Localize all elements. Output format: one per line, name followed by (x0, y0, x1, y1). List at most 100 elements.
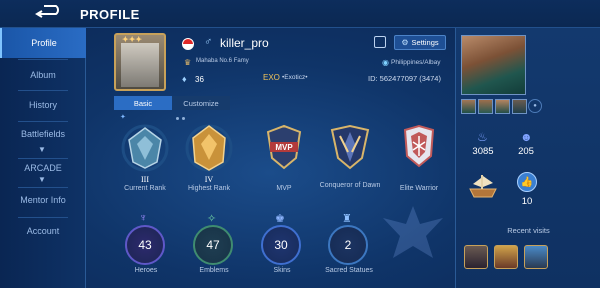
back-button[interactable] (34, 4, 68, 24)
header-bar: PROFILE (0, 0, 600, 28)
eagle-watermark-icon (383, 206, 443, 258)
stat-sacred-statues[interactable]: ♜ 2 Sacred Statues (320, 212, 378, 282)
mvp-icon: MVP (266, 124, 302, 170)
sidebar-item-label: ARCADE (24, 163, 62, 173)
gear-icon: ⚙ (401, 38, 409, 47)
like-button[interactable]: 👍 (517, 172, 537, 192)
country-flag-icon (182, 38, 194, 50)
copy-icon[interactable] (374, 36, 386, 48)
sidebar-item-battlefields[interactable]: Battlefields ▼ (0, 120, 86, 156)
photo-thumbnail[interactable] (478, 99, 493, 114)
chevron-down-icon: ▼ (38, 145, 46, 154)
right-panel: ● ♨ 3085 ☻ 205 👍 10 Recent visits (455, 28, 600, 288)
sidebar-item-arcade[interactable]: ARCADE ▼ (0, 156, 86, 186)
skins-icon: ♚ (275, 213, 285, 225)
squad-name[interactable]: •Exoticz• (282, 74, 308, 81)
pager-dot (182, 117, 185, 120)
achievement-mvp[interactable]: MVP MVP (253, 122, 315, 200)
sidebar-item-mentor-info[interactable]: Mentor Info (0, 185, 86, 215)
achievement-conqueror-of-dawn[interactable]: Conqueror of Dawn (319, 122, 381, 200)
achievement-elite-warrior[interactable]: Elite Warrior (388, 122, 450, 200)
player-id: ID: 562477097 (3474) (368, 74, 441, 83)
sidebar-item-account[interactable]: Account (0, 216, 86, 246)
sidebar-item-album[interactable]: Album (0, 60, 86, 90)
sidebar-item-label: Mentor Info (20, 195, 66, 205)
stat-label: Sacred Statues (325, 267, 373, 274)
photo-thumbnail[interactable] (495, 99, 510, 114)
photo-more-button[interactable]: ● (528, 99, 542, 113)
sidebar-item-label: History (28, 100, 57, 110)
recent-visitor-avatar[interactable] (524, 245, 548, 269)
sidebar-item-label: Album (30, 70, 56, 80)
ship-icon[interactable] (466, 171, 500, 201)
profile-photo[interactable] (461, 35, 526, 95)
emblems-count: 47 (193, 225, 233, 265)
avatar[interactable]: ✦✦✦ (114, 33, 166, 91)
conqueror-icon (330, 124, 370, 170)
legend-rank-icon (185, 124, 233, 172)
stat-label: Skins (273, 267, 291, 274)
likes-value: 10 (521, 196, 533, 207)
sacred-statue-icon: ♜ (342, 213, 352, 225)
photo-thumbnail[interactable] (512, 99, 527, 114)
skins-count: 30 (261, 225, 301, 265)
profile-summary: ✦✦✦ ♂ killer_pro ♛ Mahaba No.6 Famy ♦ 36… (96, 30, 452, 92)
sidebar-item-label: Account (26, 226, 60, 236)
sidebar: Profile Album History Battlefields ▼ ARC… (0, 28, 86, 288)
tab-basic[interactable]: Basic (114, 96, 172, 110)
elite-warrior-icon (403, 124, 435, 168)
rank-tier: IV (204, 175, 214, 184)
location-pin-icon: ◉ (382, 58, 389, 67)
sidebar-item-history[interactable]: History (0, 90, 86, 120)
followers-icon: ☻ (520, 130, 533, 144)
tab-customize[interactable]: Customize (172, 96, 230, 110)
player-level: 36 (195, 75, 204, 84)
sidebar-item-label: Battlefields (20, 129, 66, 139)
profile-tabs: Basic Customize (114, 96, 230, 110)
settings-button[interactable]: ⚙ Settings (394, 35, 446, 50)
sacred-statues-count: 2 (328, 225, 368, 265)
settings-label: Settings (411, 38, 439, 47)
photo-thumbnail[interactable] (461, 99, 476, 114)
title-badge-icon: ♛ (184, 58, 192, 67)
back-arrow-icon (35, 5, 59, 18)
location-text: Philippines/Albay (391, 59, 441, 66)
recent-visits-label: Recent visits (507, 226, 550, 235)
stat-label: Heroes (134, 267, 158, 274)
avatar-frame-crest-icon: ✦✦✦ (122, 35, 143, 44)
popularity-value: 3085 (472, 146, 494, 157)
recent-visitor-avatar[interactable] (494, 245, 518, 269)
achievement-label: Highest Rank (187, 185, 231, 192)
stat-heroes[interactable]: ♆ 43 Heroes (117, 212, 175, 282)
stat-emblems[interactable]: ✧ 47 Emblems (185, 212, 243, 282)
chevron-down-icon: ▼ (38, 175, 46, 184)
page-title: PROFILE (80, 7, 140, 22)
achievement-highest-rank[interactable]: IV Highest Rank (178, 122, 240, 200)
followers-value: 205 (518, 146, 534, 157)
player-name: killer_pro (220, 36, 269, 50)
heroes-icon: ♆ (139, 212, 148, 224)
avatar-image (121, 43, 159, 87)
recent-visitor-avatar[interactable] (464, 245, 488, 269)
squad-tag: EXO (263, 73, 280, 82)
title-badge-text: Mahaba No.6 Famy (196, 58, 249, 64)
heroes-count: 43 (125, 225, 165, 265)
popularity-flame-icon: ♨ (477, 130, 488, 144)
pager-dot (176, 117, 179, 120)
sidebar-item-label: Profile (31, 38, 57, 48)
stat-skins[interactable]: ♚ 30 Skins (253, 212, 311, 282)
emblems-icon: ✧ (207, 213, 217, 225)
achievement-label: Current Rank (124, 185, 166, 192)
level-icon: ♦ (182, 74, 187, 84)
rank-tier: III (141, 175, 149, 184)
pager-icon: ✦ (120, 114, 126, 121)
stat-label: Emblems (199, 267, 229, 274)
achievement-label: MVP (276, 185, 292, 192)
profile-screen: PROFILE Profile Album History Battlefiel… (0, 0, 600, 288)
achievement-label: Elite Warrior (399, 185, 439, 192)
achievement-label: Conqueror of Dawn (319, 182, 381, 189)
gender-male-icon: ♂ (204, 36, 213, 48)
thumbs-up-icon: 👍 (520, 176, 534, 188)
achievement-current-rank[interactable]: III Current Rank (114, 122, 176, 200)
sidebar-item-profile[interactable]: Profile (0, 28, 86, 58)
